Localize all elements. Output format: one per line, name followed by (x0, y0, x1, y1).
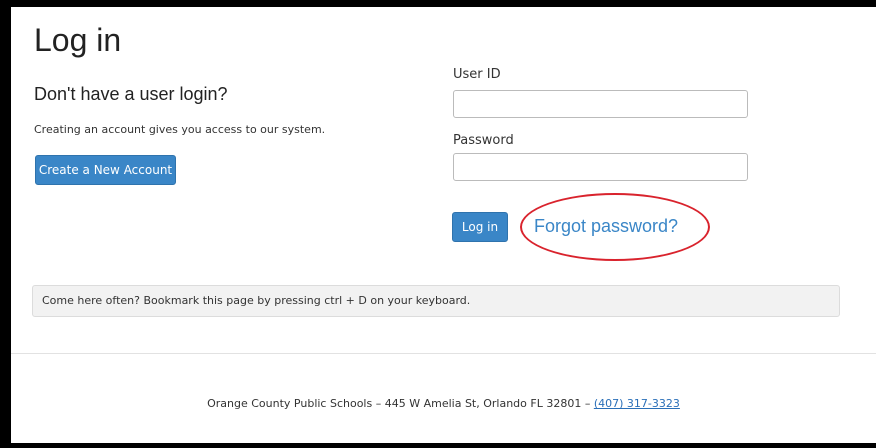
signup-description: Creating an account gives you access to … (34, 123, 326, 136)
footer-address: Orange County Public Schools – 445 W Ame… (207, 397, 594, 410)
footer-divider (11, 353, 876, 354)
create-account-button[interactable]: Create a New Account (35, 155, 176, 185)
bookmark-notice: Come here often? Bookmark this page by p… (32, 285, 840, 317)
password-label: Password (453, 133, 514, 148)
signup-heading: Don't have a user login? (34, 84, 228, 104)
page-title: Log in (34, 22, 122, 58)
user-id-label: User ID (453, 67, 501, 82)
password-input[interactable] (453, 153, 748, 181)
forgot-password-link[interactable]: Forgot password? (534, 216, 678, 237)
footer-phone-link[interactable]: (407) 317-3323 (594, 397, 680, 410)
login-button[interactable]: Log in (452, 212, 508, 242)
footer: Orange County Public Schools – 445 W Ame… (11, 397, 876, 410)
user-id-input[interactable] (453, 90, 748, 118)
login-page: Log in Don't have a user login? Creating… (11, 7, 876, 443)
